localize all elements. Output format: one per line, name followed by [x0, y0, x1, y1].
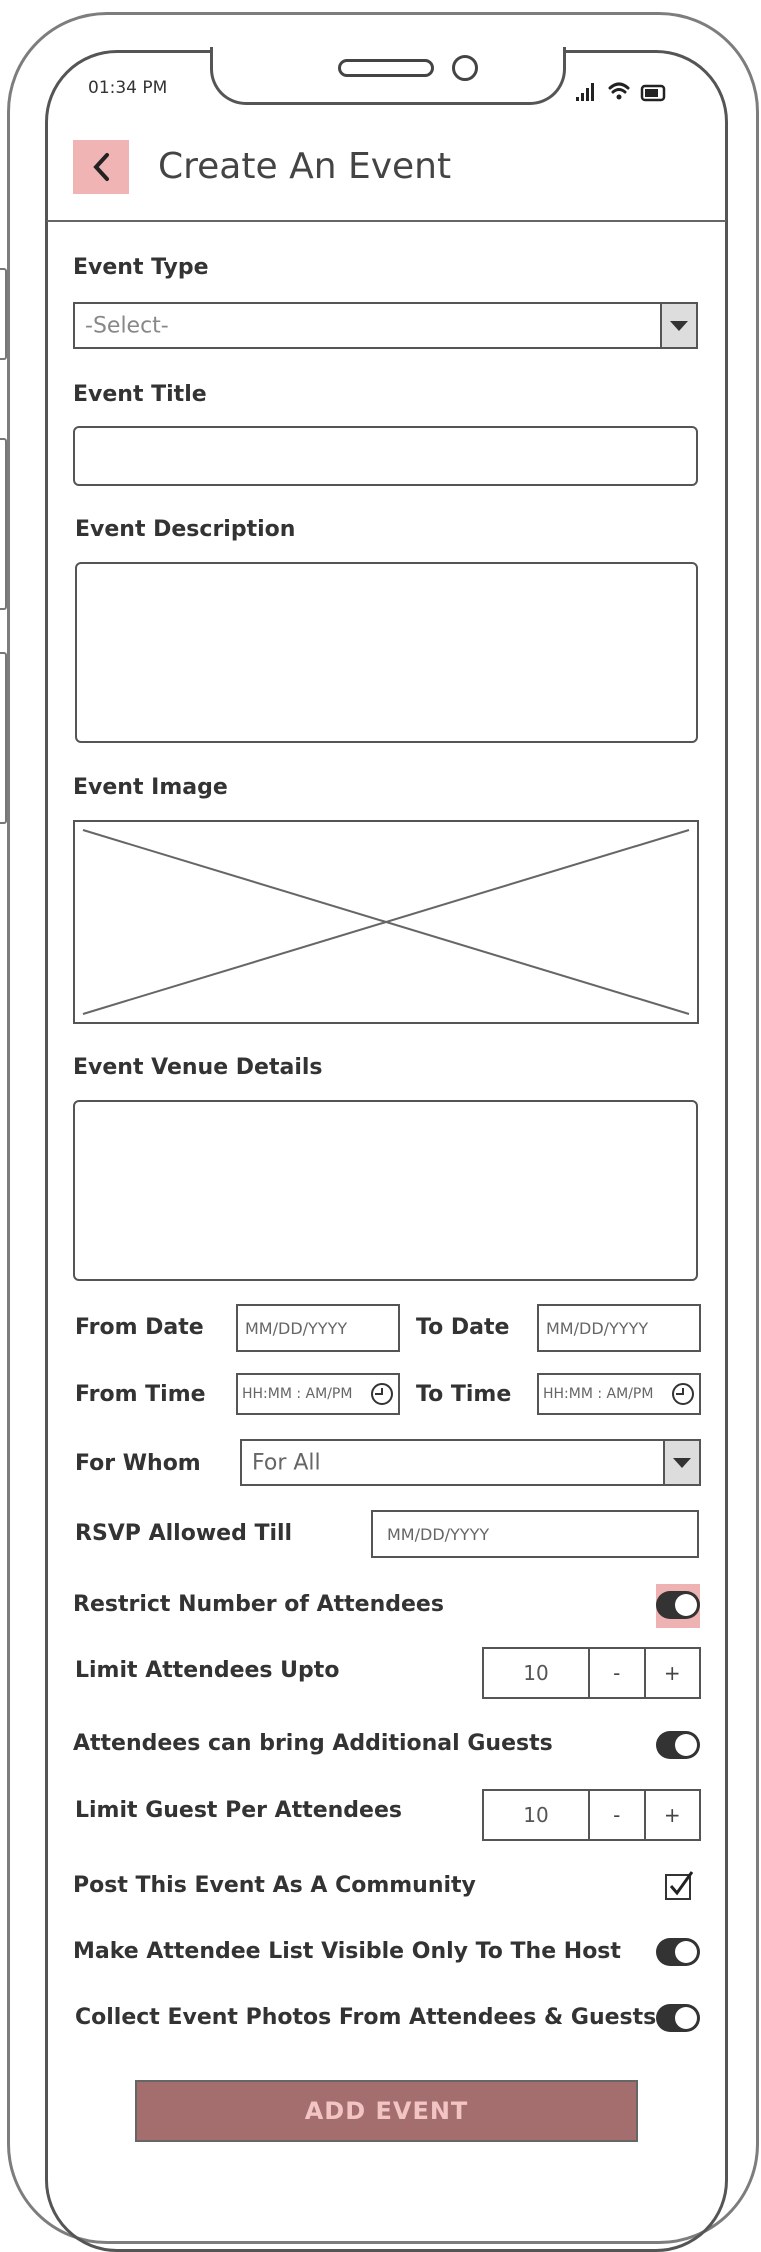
- status-icons: [574, 77, 694, 111]
- event-description-label: Event Description: [75, 517, 296, 542]
- post-community-label: Post This Event As A Community: [73, 1873, 476, 1898]
- toggle-knob: [675, 1594, 697, 1616]
- from-date-input[interactable]: MM/DD/YYYY: [236, 1304, 400, 1352]
- chevron-down-icon[interactable]: [663, 1441, 699, 1484]
- rsvp-date-input[interactable]: MM/DD/YYYY: [371, 1510, 699, 1558]
- clock-icon: [672, 1383, 694, 1405]
- for-whom-select[interactable]: For All: [240, 1439, 701, 1486]
- limit-guests-stepper[interactable]: 10 - +: [482, 1789, 701, 1841]
- event-image-label: Event Image: [73, 775, 228, 800]
- chevron-down-icon[interactable]: [660, 304, 696, 347]
- event-title-label: Event Title: [73, 382, 207, 407]
- checkmark-icon: [669, 1871, 694, 1896]
- from-date-label: From Date: [75, 1315, 204, 1340]
- for-whom-value: For All: [252, 1450, 321, 1475]
- to-time-input[interactable]: HH:MM : AM/PM: [537, 1373, 701, 1415]
- event-type-value: -Select-: [85, 313, 169, 338]
- limit-attendees-value[interactable]: 10: [484, 1649, 591, 1697]
- limit-guests-value[interactable]: 10: [484, 1791, 591, 1839]
- to-date-label: To Date: [416, 1315, 510, 1340]
- event-description-textarea[interactable]: [75, 562, 698, 743]
- restrict-attendees-label: Restrict Number of Attendees: [73, 1592, 444, 1617]
- side-button-mute: [0, 268, 7, 360]
- limit-guests-label: Limit Guest Per Attendees: [75, 1798, 402, 1823]
- for-whom-label: For Whom: [75, 1451, 201, 1476]
- collect-photos-toggle[interactable]: [656, 2004, 700, 2032]
- increment-button[interactable]: +: [643, 1791, 699, 1839]
- chevron-left-icon: [93, 153, 109, 181]
- event-type-select[interactable]: -Select-: [73, 302, 698, 349]
- page-title: Create An Event: [158, 146, 452, 187]
- header-divider: [47, 220, 726, 222]
- side-button-volume-up: [0, 438, 7, 610]
- from-time-label: From Time: [75, 1382, 206, 1407]
- attendee-list-host-toggle[interactable]: [656, 1938, 700, 1966]
- decrement-button[interactable]: -: [590, 1791, 643, 1839]
- battery-icon: [640, 84, 666, 102]
- status-time: 01:34 PM: [88, 78, 168, 98]
- rsvp-label: RSVP Allowed Till: [75, 1521, 293, 1546]
- toggle-knob: [675, 2007, 697, 2029]
- toggle-knob: [675, 1734, 697, 1756]
- post-community-checkbox[interactable]: [665, 1871, 694, 1900]
- clock-icon: [371, 1383, 393, 1405]
- from-time-input[interactable]: HH:MM : AM/PM: [236, 1373, 400, 1415]
- event-venue-label: Event Venue Details: [73, 1055, 323, 1080]
- to-time-placeholder: HH:MM : AM/PM: [543, 1386, 654, 1402]
- additional-guests-toggle[interactable]: [656, 1731, 700, 1759]
- limit-attendees-label: Limit Attendees Upto: [75, 1658, 340, 1683]
- to-date-input[interactable]: MM/DD/YYYY: [537, 1304, 701, 1352]
- event-title-input[interactable]: [73, 426, 698, 486]
- image-placeholder-icon: [82, 829, 690, 1015]
- event-venue-textarea[interactable]: [73, 1100, 698, 1281]
- increment-button[interactable]: +: [643, 1649, 699, 1697]
- restrict-attendees-toggle[interactable]: [656, 1591, 700, 1619]
- attendee-list-host-label: Make Attendee List Visible Only To The H…: [73, 1939, 621, 1964]
- speaker-grille: [338, 59, 434, 77]
- side-button-volume-down: [0, 652, 7, 824]
- signal-icon: [576, 83, 594, 101]
- toggle-knob: [675, 1941, 697, 1963]
- event-image-placeholder[interactable]: [73, 820, 699, 1024]
- decrement-button[interactable]: -: [590, 1649, 643, 1697]
- from-time-placeholder: HH:MM : AM/PM: [242, 1386, 353, 1402]
- event-type-label: Event Type: [73, 255, 209, 280]
- back-button[interactable]: [73, 140, 129, 194]
- add-event-button[interactable]: ADD EVENT: [135, 2080, 638, 2142]
- collect-photos-label: Collect Event Photos From Attendees & Gu…: [75, 2005, 657, 2030]
- to-time-label: To Time: [416, 1382, 512, 1407]
- wifi-icon: [608, 82, 630, 100]
- limit-attendees-stepper[interactable]: 10 - +: [482, 1647, 701, 1699]
- front-camera: [452, 55, 478, 81]
- additional-guests-label: Attendees can bring Additional Guests: [73, 1731, 553, 1756]
